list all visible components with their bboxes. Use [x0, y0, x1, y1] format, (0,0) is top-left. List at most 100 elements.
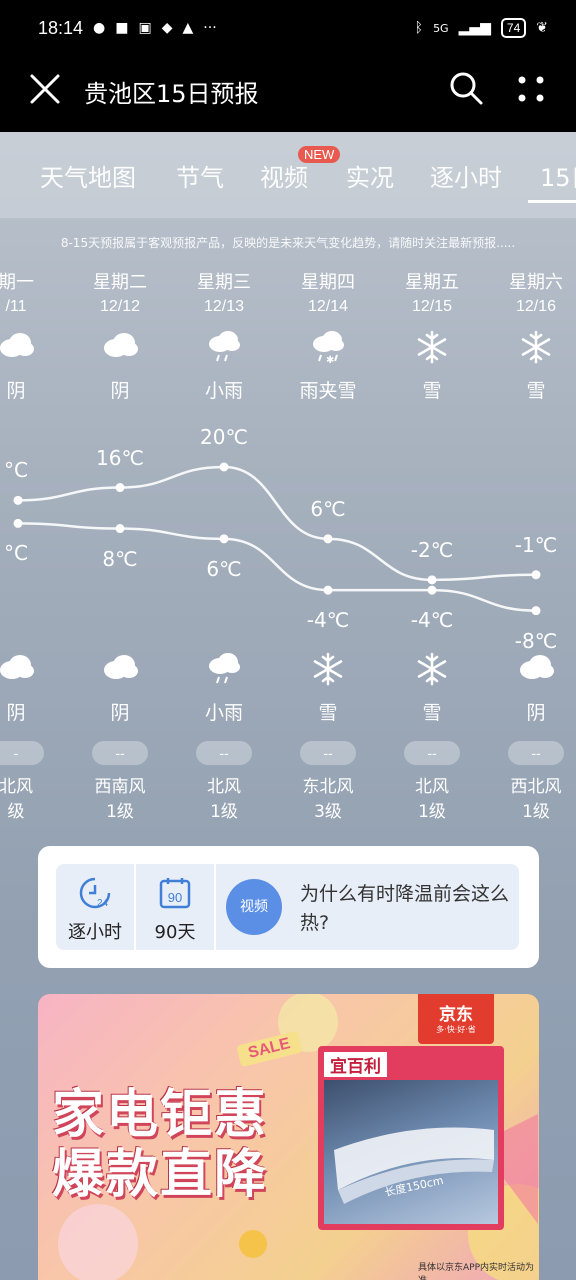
day-date: 12/14: [307, 298, 349, 315]
day-condition: 阴: [6, 380, 26, 402]
battery-indicator: 74: [500, 18, 527, 38]
status-time: 18:14: [38, 17, 84, 38]
wind-direction: 东北风: [302, 777, 354, 797]
video-icon[interactable]: 视频: [226, 879, 282, 935]
day-condition: 阴: [110, 380, 130, 402]
cloud-icon: [0, 652, 68, 692]
signal-icon: ▂▄▆: [458, 20, 491, 36]
day-weekday: 星期三: [197, 272, 251, 293]
day-weekday: 星期五: [405, 272, 459, 293]
more-options-icon[interactable]: [516, 74, 546, 104]
tab-live[interactable]: 实况: [346, 158, 394, 193]
ninety-day-button[interactable]: 90 90天: [136, 864, 214, 950]
day-condition: 小雨: [204, 380, 243, 402]
hourly-label: 逐小时: [68, 922, 122, 943]
tab-video[interactable]: 视频: [260, 158, 308, 193]
wechat-icon: ●: [93, 20, 106, 36]
sleet-icon: ✱: [276, 330, 380, 370]
day-condition: 雨夹雪: [299, 380, 357, 402]
tab-hourly[interactable]: 逐小时: [430, 158, 502, 193]
cloud-icon: [484, 652, 576, 692]
day-condition: 雪: [422, 380, 442, 402]
cloud-icon: [0, 330, 68, 370]
high-temp-point: [427, 575, 437, 585]
tab-bar: 天气地图 节气 视频 NEW 实况 逐小时 15日: [0, 132, 576, 218]
tab-solar-terms[interactable]: 节气: [176, 158, 224, 193]
air-quality-badge: --: [404, 741, 460, 765]
wind-level: 1级: [106, 802, 134, 822]
new-badge: NEW: [298, 146, 341, 163]
tab-weather-map[interactable]: 天气地图: [40, 158, 136, 193]
search-icon[interactable]: [448, 70, 484, 106]
svg-text:✱: ✱: [326, 355, 334, 364]
brand-tag: 宜百利: [324, 1052, 387, 1077]
forecast-notice: 8-15天预报属于客观预报产品，反映的是未来天气变化趋势，请随时关注最新预报..…: [60, 236, 516, 250]
hourly-button[interactable]: 24 逐小时: [56, 864, 134, 950]
wind-level: 1级: [522, 802, 550, 822]
jd-logo: 京东 多·快·好·省: [418, 994, 494, 1044]
ad-banner[interactable]: SALE 家电钜惠 爆款直降 京东 多·快·好·省 宜百利 长度150cm 具体…: [38, 994, 539, 1280]
day-weekday: 星期四: [301, 272, 355, 293]
calendar-icon: 90: [159, 878, 191, 909]
wind-direction: 北风: [415, 777, 449, 797]
quick-links-card: 24 逐小时 90 90天 视频 为什么有时降温前会这么热?: [38, 846, 539, 968]
status-bar: 18:14 ● ■ ▣ ◆ ▲ ··· ᛒ 5G ▂▄▆ 74 ❦: [0, 0, 576, 56]
night-condition: 小雨: [204, 702, 243, 724]
cloud-icon: [68, 330, 172, 370]
leaf-icon: ❦: [536, 20, 548, 36]
low-temp-point: [219, 534, 229, 544]
day-date: 12/15: [411, 298, 453, 315]
high-temp-line: [17, 465, 537, 582]
page-title: 贵池区15日预报: [84, 80, 259, 108]
day-condition: 雪: [526, 380, 546, 402]
network-type: 5G: [433, 21, 449, 35]
night-condition: 雪: [318, 702, 338, 724]
wind-level: 级: [7, 802, 25, 822]
ninety-day-label: 90天: [154, 922, 196, 943]
calendar-icon-text: 90: [168, 890, 182, 905]
jd-slogan: 多·快·好·省: [436, 1025, 476, 1034]
app-notification-icon: ■: [115, 20, 129, 36]
high-temp-point: [219, 462, 229, 472]
high-temp-point: [13, 495, 23, 505]
night-condition: 阴: [526, 702, 546, 724]
air-quality-badge: --: [300, 741, 356, 765]
low-temp-point: [427, 585, 437, 595]
low-temp-point: [323, 585, 333, 595]
wind-direction: 北风: [207, 777, 241, 797]
air-quality-badge: --: [508, 741, 564, 765]
wind-direction: 西南风: [94, 777, 146, 797]
close-icon[interactable]: [28, 72, 62, 106]
snow-icon: [484, 330, 576, 370]
tab-15-day[interactable]: 15日: [540, 158, 576, 193]
cloud-icon: [68, 652, 172, 692]
wind-direction: 西北风: [510, 777, 562, 797]
video-title-link[interactable]: 为什么有时降温前会这么热?: [300, 880, 510, 938]
title-bar: 贵池区15日预报: [0, 56, 576, 132]
air-quality-badge: --: [196, 741, 252, 765]
ad-headline-2: 爆款直降: [52, 1145, 269, 1205]
wind-level: 1级: [418, 802, 446, 822]
snow-icon: [380, 330, 484, 370]
low-temp-point: [115, 524, 125, 534]
qq-icon: ▲: [182, 20, 194, 36]
snow-icon: [380, 652, 484, 692]
air-quality-badge: --: [92, 741, 148, 765]
wind-level: 1级: [210, 802, 238, 822]
active-tab-indicator: [528, 200, 576, 203]
wind-direction: 北风: [0, 777, 33, 797]
rain-icon: [172, 652, 276, 692]
day-weekday: 期一: [0, 272, 34, 293]
alipay-icon: ◆: [161, 20, 173, 36]
low-temp-line: [17, 522, 537, 612]
night-condition: 雪: [422, 702, 442, 724]
day-date: 12/13: [203, 298, 245, 315]
air-deflector-image: 长度150cm: [324, 1080, 498, 1224]
night-condition: 阴: [6, 702, 26, 724]
snow-icon: [276, 652, 380, 692]
news-app-icon: ▣: [138, 20, 152, 36]
divider: [214, 864, 216, 950]
ad-disclaimer: 具体以京东APP内实时活动为准: [418, 1263, 535, 1280]
rain-icon: [172, 330, 276, 370]
high-temp-point: [323, 534, 333, 544]
